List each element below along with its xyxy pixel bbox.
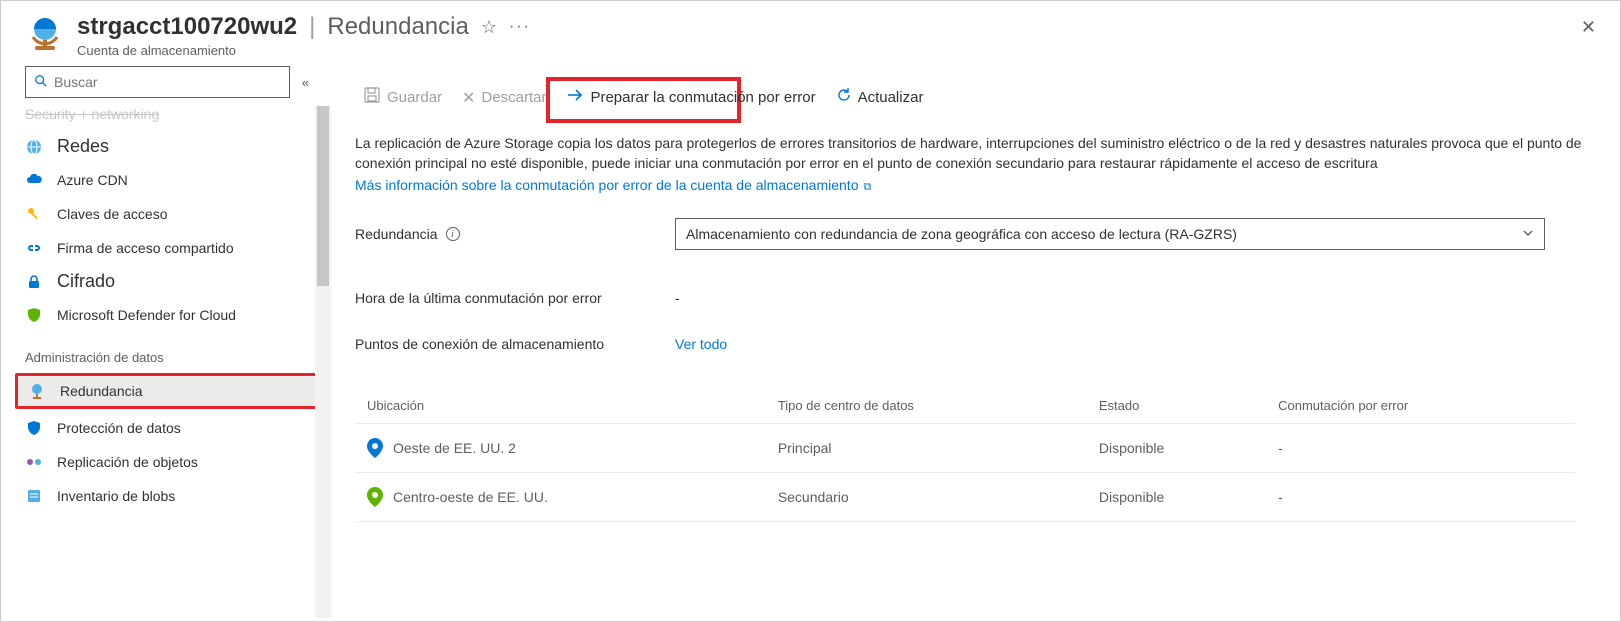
save-button[interactable]: Guardar [355,82,450,113]
collapse-sidebar-icon[interactable]: « [298,71,313,94]
sidebar-item-microsoft-defender-for-cloud[interactable]: Microsoft Defender for Cloud [1,298,331,332]
sidebar-item-label: Replicación de objetos [57,454,198,470]
nav-group-label: Administración de datos [1,332,331,371]
sidebar-item-label: Claves de acceso [57,206,168,222]
sidebar-item-protección-de-datos[interactable]: Protección de datos [1,411,331,445]
main-content: Guardar ✕ Descartar Preparar la conmutac… [331,66,1620,618]
refresh-icon [836,87,852,108]
resource-name: strgacct100720wu2 [77,13,297,41]
sidebar-item-replicación-de-objetos[interactable]: Replicación de objetos [1,445,331,479]
sidebar-item-redundancia[interactable]: Redundancia [15,373,319,409]
refresh-button[interactable]: Actualizar [828,83,932,112]
datacenter-type: Principal [766,424,1087,473]
refresh-label: Actualizar [858,89,924,106]
location-name: Centro-oeste de EE. UU. [393,489,548,505]
sidebar-item-label: Firma de acceso compartido [57,240,234,256]
shield-blue-icon [25,419,43,437]
location-pin-icon [367,487,383,507]
view-all-endpoints-link[interactable]: Ver todo [675,336,727,352]
description-text: La replicación de Azure Storage copia lo… [355,133,1620,173]
page-header: strgacct100720wu2 | Redundancia ☆ ··· Cu… [1,1,1620,66]
cloud-icon [25,171,43,189]
close-icon[interactable]: ✕ [1577,13,1600,42]
sidebar-item-firma-de-acceso-compartido[interactable]: Firma de acceso compartido [1,231,331,265]
redundancy-select[interactable]: Almacenamiento con redundancia de zona g… [675,218,1545,250]
table-row: Centro-oeste de EE. UU. SecundarioDisponi… [355,473,1575,522]
datacenter-type: Secundario [766,473,1087,522]
col-status: Estado [1087,388,1266,424]
status: Disponible [1087,473,1266,522]
globe-stand-icon [25,13,65,53]
sidebar-item-claves-de-acceso[interactable]: Claves de acceso [1,197,331,231]
location-name: Oeste de EE. UU. 2 [393,440,516,456]
table-row: Oeste de EE. UU. 2 PrincipalDisponible- [355,424,1575,473]
link-chain-icon [25,239,43,257]
sidebar-item-label: Redundancia [60,383,143,399]
prepare-label: Preparar la conmutación por error [590,89,815,106]
truncated-section: Security + networking [1,106,331,126]
discard-button[interactable]: ✕ Descartar [454,84,554,112]
discard-icon: ✕ [462,88,475,108]
info-icon[interactable]: i [446,227,460,241]
external-link-icon: ⧉ [861,181,872,193]
sidebar-search[interactable] [25,66,290,98]
redundancy-value: Almacenamiento con redundancia de zona g… [686,226,1237,242]
sidebar-item-azure-cdn[interactable]: Azure CDN [1,163,331,197]
globe-stand-icon [28,382,46,400]
sidebar-item-label: Azure CDN [57,172,128,188]
sidebar-item-label: Microsoft Defender for Cloud [57,307,236,323]
sidebar-item-cifrado: Cifrado [1,265,331,298]
location-pin-icon [367,438,383,458]
endpoints-label: Puntos de conexión de almacenamiento [355,336,675,352]
key-icon [25,205,43,223]
redundancy-label: Redundancia i [355,226,675,242]
locations-table: Ubicación Tipo de centro de datos Estado… [355,388,1575,522]
save-icon [363,86,381,109]
shield-icon [25,306,43,324]
discard-label: Descartar [481,89,546,106]
sidebar-item-label: Redes [57,136,109,157]
failover-value: - [1266,473,1575,522]
lock-icon [25,273,43,291]
globe-network-icon [25,138,43,156]
sidebar-item-label: Inventario de blobs [57,488,175,504]
replicate-icon [25,453,43,471]
save-label: Guardar [387,89,442,106]
title-separator: | [309,13,315,41]
sidebar-scrollbar-thumb[interactable] [317,106,329,286]
sidebar: « Security + networking Redes Azure CDN Cl… [1,66,331,618]
last-failover-value: - [675,290,680,306]
col-location: Ubicación [355,388,766,424]
sidebar-item-inventario-de-blobs[interactable]: Inventario de blobs [1,479,331,513]
sidebar-item-label: Cifrado [57,271,115,292]
prepare-failover-button[interactable]: Preparar la conmutación por error [558,82,823,113]
last-failover-label: Hora de la última conmutación por error [355,290,675,306]
arrow-right-icon [566,86,584,109]
inventory-icon [25,487,43,505]
status: Disponible [1087,424,1266,473]
col-failover: Conmutación por error [1266,388,1575,424]
sidebar-item-redes: Redes [1,130,331,163]
more-actions-icon[interactable]: ··· [509,18,531,36]
search-icon [34,74,48,91]
favorite-star-icon[interactable]: ☆ [481,17,497,38]
chevron-down-icon [1522,226,1534,242]
section-title: Redundancia [327,13,468,41]
col-type: Tipo de centro de datos [766,388,1087,424]
search-input[interactable] [54,74,281,90]
failover-value: - [1266,424,1575,473]
learn-more-link[interactable]: Más información sobre la conmutación por… [355,177,871,193]
sidebar-item-label: Protección de datos [57,420,181,436]
toolbar: Guardar ✕ Descartar Preparar la conmutac… [355,66,1620,133]
resource-type-subtitle: Cuenta de almacenamiento [77,43,1577,58]
